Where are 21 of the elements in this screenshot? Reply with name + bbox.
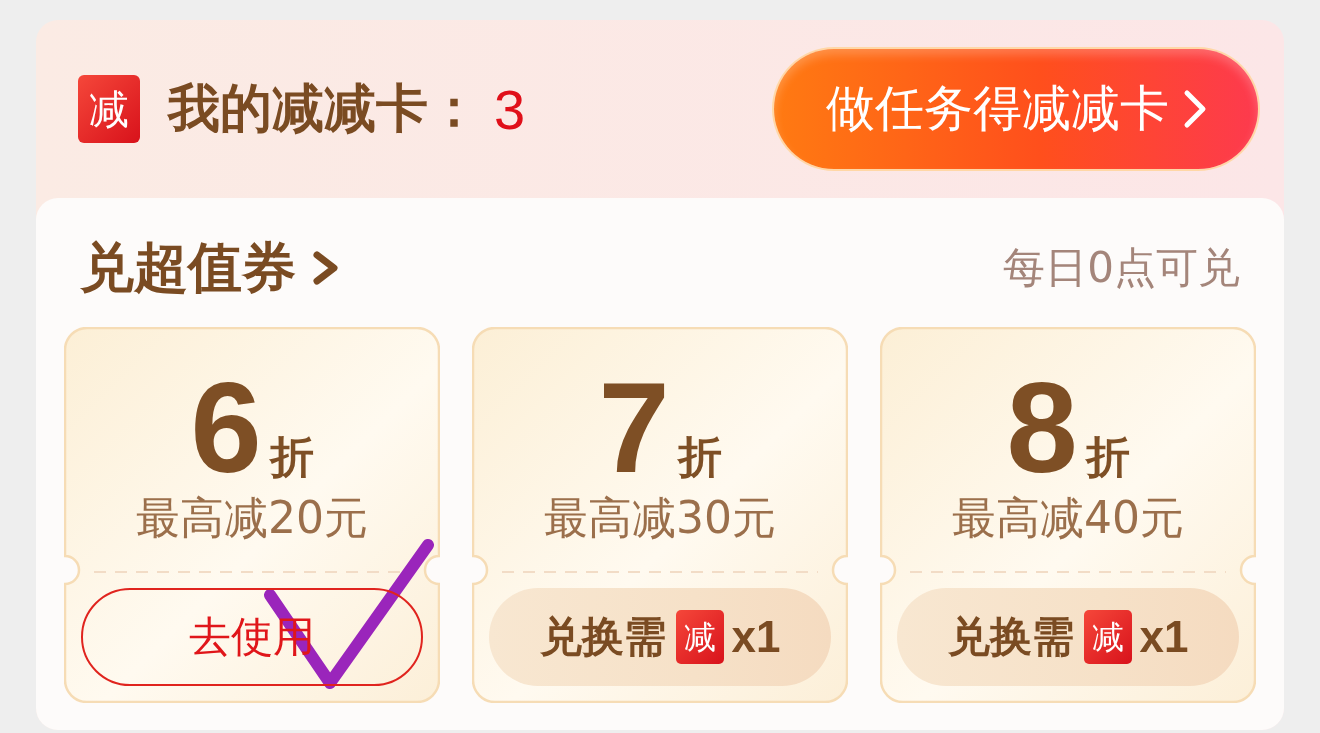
- discount-unit: 折: [269, 430, 314, 484]
- exchange-coupons-link[interactable]: 兑超值券: [80, 231, 340, 305]
- reduce-card-tag: 减: [78, 75, 140, 143]
- reduce-card-tag: 减: [675, 610, 724, 664]
- max-discount-text: 最高减30元: [544, 492, 776, 545]
- card-count-value: 3: [494, 76, 526, 142]
- chevron-right-icon: [1182, 89, 1207, 129]
- discount-unit: 折: [1085, 430, 1130, 484]
- redeem-coupon-button[interactable]: 兑换需 减 x1: [897, 588, 1239, 686]
- card-count-label: 我的减减卡：: [168, 77, 480, 140]
- redeem-coupon-button[interactable]: 兑换需 减 x1: [489, 588, 831, 686]
- chevron-right-icon: [312, 250, 340, 286]
- max-discount-text: 最高减40元: [952, 492, 1184, 545]
- discount-unit: 折: [677, 430, 722, 484]
- discount-value: 7: [598, 364, 670, 492]
- discount-value: 8: [1006, 364, 1078, 492]
- discount-value: 6: [190, 364, 262, 492]
- exchange-time-note: 每日0点可兑: [1003, 242, 1240, 294]
- reduce-card-tag: 减: [1083, 610, 1132, 664]
- earn-cards-button[interactable]: 做任务得减减卡: [774, 49, 1258, 169]
- max-discount-text: 最高减20元: [136, 492, 368, 545]
